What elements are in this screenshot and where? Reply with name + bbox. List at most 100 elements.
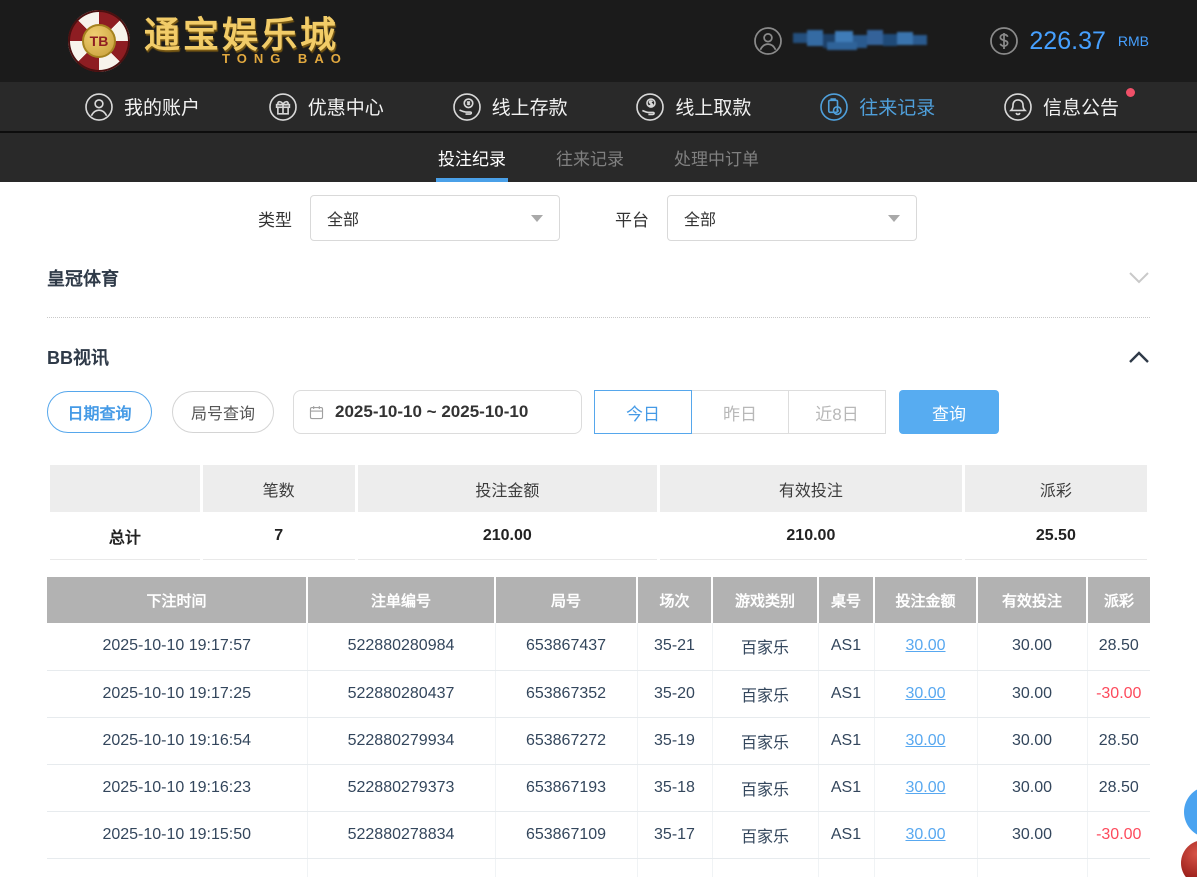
cell-table-code: AS1 bbox=[818, 623, 875, 671]
cell-bet-amount-link[interactable]: 30.00 bbox=[874, 717, 978, 765]
cell-bet-time bbox=[47, 858, 308, 877]
section-crown-sports[interactable]: 皇冠体育 bbox=[47, 265, 1150, 318]
table-row: 2025-10-10 19:17:57 522880280984 6538674… bbox=[47, 623, 1150, 671]
user-account[interactable] bbox=[753, 26, 933, 56]
chevron-up-icon[interactable] bbox=[1128, 350, 1150, 364]
col-order-id: 注单编号 bbox=[307, 577, 496, 623]
nav-label: 我的账户 bbox=[124, 98, 201, 119]
cell-bet-amount-link[interactable]: 30.00 bbox=[874, 764, 978, 812]
cell-game-type bbox=[712, 858, 819, 877]
col-session: 场次 bbox=[637, 577, 713, 623]
deposit-icon bbox=[452, 92, 482, 122]
cell-game-type: 百家乐 bbox=[712, 764, 819, 812]
site-logo[interactable]: TB 通宝娱乐城 TONG BAO bbox=[68, 10, 348, 72]
cell-bet-time: 2025-10-10 19:17:57 bbox=[47, 623, 308, 671]
cell-table-code: AS1 bbox=[818, 811, 875, 859]
cell-valid-bet: 30.00 bbox=[977, 764, 1088, 812]
crown-sports-title: 皇冠体育 bbox=[47, 269, 119, 289]
col-table-code: 桌号 bbox=[818, 577, 875, 623]
date-query-button[interactable]: 日期查询 bbox=[47, 391, 152, 433]
username-redacted bbox=[793, 30, 928, 50]
type-select[interactable]: 全部 bbox=[310, 195, 560, 241]
cell-game-type: 百家乐 bbox=[712, 670, 819, 718]
nav-item-announcements[interactable]: 信息公告 bbox=[1003, 87, 1135, 122]
cell-bet-time: 2025-10-10 19:15:50 bbox=[47, 811, 308, 859]
site-subtitle: TONG BAO bbox=[222, 50, 348, 66]
table-row: 2025-10-10 19:15:50 522880278834 6538671… bbox=[47, 811, 1150, 859]
cell-payout: -30.00 bbox=[1087, 670, 1150, 718]
search-button[interactable]: 查询 bbox=[899, 390, 999, 434]
cell-order-id: 522880280984 bbox=[307, 623, 496, 671]
table-row: 2025-10-10 19:16:54 522880279934 6538672… bbox=[47, 717, 1150, 765]
col-round-id: 局号 bbox=[495, 577, 638, 623]
section-bb-video[interactable]: BB视讯 bbox=[47, 344, 1150, 370]
chevron-down-icon[interactable] bbox=[1128, 271, 1150, 285]
cell-bet-amount-link[interactable]: 30.00 bbox=[874, 811, 978, 859]
nav-item-my-account[interactable]: 我的账户 bbox=[84, 92, 200, 122]
platform-select[interactable]: 全部 bbox=[667, 195, 917, 241]
nav-label: 优惠中心 bbox=[307, 98, 384, 119]
nav-item-deposit[interactable]: 线上存款 bbox=[452, 92, 568, 122]
summary-total-payout: 25.50 bbox=[964, 512, 1147, 560]
gift-icon bbox=[268, 92, 298, 122]
cell-session: 35-20 bbox=[637, 670, 713, 718]
col-payout: 派彩 bbox=[1087, 577, 1150, 623]
round-query-button[interactable]: 局号查询 bbox=[172, 391, 274, 433]
summary-total-bet-amount: 210.00 bbox=[357, 512, 658, 560]
summary-total-count: 7 bbox=[202, 512, 355, 560]
cell-bet-amount-link[interactable]: 30.00 bbox=[874, 670, 978, 718]
yesterday-button[interactable]: 昨日 bbox=[691, 390, 789, 434]
date-range-input[interactable]: 2025-10-10 ~ 2025-10-10 bbox=[293, 390, 582, 434]
col-valid-bet: 有效投注 bbox=[977, 577, 1088, 623]
col-bet-amount: 投注金额 bbox=[874, 577, 978, 623]
cell-valid-bet: 30.00 bbox=[977, 811, 1088, 859]
chip-badge: TB bbox=[82, 24, 116, 58]
query-controls: 日期查询 局号查询 2025-10-10 ~ 2025-10-10 今日 昨日 … bbox=[47, 390, 1150, 434]
table-row: 2025-10-10 19:16:23 522880279373 6538671… bbox=[47, 764, 1150, 812]
tab-transaction-records[interactable]: 往来记录 bbox=[554, 133, 626, 182]
content-area: 类型 全部 平台 全部 皇冠体育 BB视讯 日期查询 局号查询 2025-10-… bbox=[0, 195, 1197, 877]
nav-item-transaction-records[interactable]: 往来记录 bbox=[819, 92, 935, 122]
cell-bet-amount-link[interactable] bbox=[874, 858, 978, 877]
nav-label: 线上取款 bbox=[675, 98, 752, 119]
cell-table-code bbox=[818, 858, 875, 877]
tab-pending-orders[interactable]: 处理中订单 bbox=[672, 133, 761, 182]
nav-label: 信息公告 bbox=[1042, 98, 1119, 119]
cell-bet-time: 2025-10-10 19:16:23 bbox=[47, 764, 308, 812]
cell-order-id bbox=[307, 858, 496, 877]
summary-header-valid-bet: 有效投注 bbox=[660, 465, 962, 512]
top-header: TB 通宝娱乐城 TONG BAO 226.37 RMB bbox=[0, 0, 1197, 82]
cell-payout: -30.00 bbox=[1087, 811, 1150, 859]
cell-payout: 28.50 bbox=[1087, 764, 1150, 812]
table-row: 2025-10-10 19:17:25 522880280437 6538673… bbox=[47, 670, 1150, 718]
cell-round-id bbox=[495, 858, 638, 877]
tab-bet-records[interactable]: 投注纪录 bbox=[436, 133, 508, 182]
cell-order-id: 522880280437 bbox=[307, 670, 496, 718]
cell-bet-time: 2025-10-10 19:17:25 bbox=[47, 670, 308, 718]
cell-payout: 28.50 bbox=[1087, 623, 1150, 671]
withdraw-icon bbox=[635, 92, 665, 122]
user-avatar-icon bbox=[753, 26, 783, 56]
cell-round-id: 653867272 bbox=[495, 717, 638, 765]
cell-valid-bet: 30.00 bbox=[977, 717, 1088, 765]
cell-game-type: 百家乐 bbox=[712, 811, 819, 859]
bell-icon bbox=[1003, 92, 1033, 122]
summary-table: 笔数 投注金额 有效投注 派彩 总计 7 210.00 210.00 25.50 bbox=[47, 465, 1150, 560]
last8days-button[interactable]: 近8日 bbox=[788, 390, 886, 434]
bb-video-title: BB视讯 bbox=[47, 348, 109, 368]
cell-round-id: 653867193 bbox=[495, 764, 638, 812]
chevron-down-icon bbox=[531, 214, 543, 222]
nav-item-promotions[interactable]: 优惠中心 bbox=[268, 92, 384, 122]
cell-session bbox=[637, 858, 713, 877]
balance-display: 226.37 RMB bbox=[989, 26, 1149, 56]
cell-payout: 28.50 bbox=[1087, 717, 1150, 765]
today-button[interactable]: 今日 bbox=[594, 390, 692, 434]
cell-bet-amount-link[interactable]: 30.00 bbox=[874, 623, 978, 671]
cell-session: 35-21 bbox=[637, 623, 713, 671]
nav-item-withdraw[interactable]: 线上取款 bbox=[635, 92, 751, 122]
summary-header-bet-amount: 投注金额 bbox=[357, 465, 658, 512]
records-icon bbox=[819, 92, 849, 122]
bet-table-body: 2025-10-10 19:17:57 522880280984 6538674… bbox=[47, 623, 1150, 877]
logo-text: 通宝娱乐城 TONG BAO bbox=[144, 16, 348, 66]
bet-table-header-row: 下注时间 注单编号 局号 场次 游戏类别 桌号 投注金额 有效投注 派彩 bbox=[47, 577, 1150, 623]
